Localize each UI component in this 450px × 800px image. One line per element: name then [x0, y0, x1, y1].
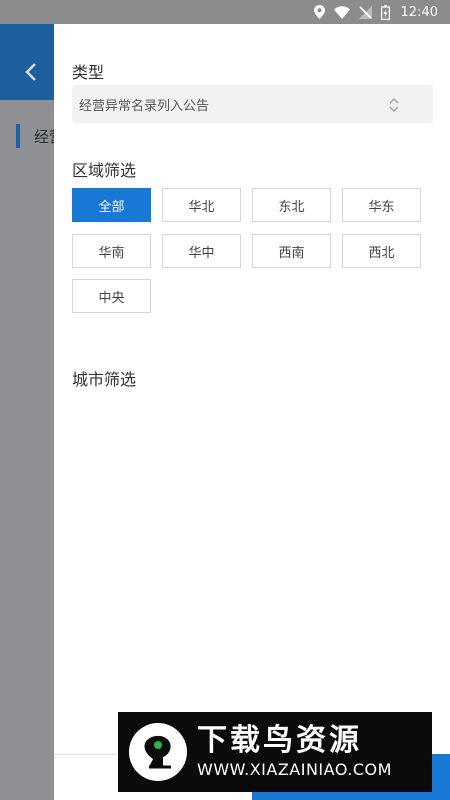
type-section-title: 类型: [72, 63, 105, 82]
type-select[interactable]: 经营异常名录列入公告: [72, 85, 433, 123]
watermark-url: WWW.XIAZAINIAO.COM: [197, 760, 392, 779]
up-down-arrows-icon: [388, 96, 400, 114]
background-section-label: 经营: [34, 128, 54, 146]
wifi-icon: [333, 5, 350, 19]
bird-logo-icon: [127, 721, 189, 783]
no-signal-icon: [358, 5, 372, 19]
region-chip-central[interactable]: 中央: [72, 279, 151, 313]
status-time: 12:40: [400, 4, 438, 20]
region-chip-northwest[interactable]: 西北: [342, 234, 421, 268]
city-section-title: 城市筛选: [72, 370, 137, 389]
location-icon: [313, 5, 325, 19]
region-chip-central-china[interactable]: 华中: [162, 234, 241, 268]
region-chip-all[interactable]: 全部: [72, 188, 151, 222]
region-chip-northeast[interactable]: 东北: [252, 188, 331, 222]
region-chip-southwest[interactable]: 西南: [252, 234, 331, 268]
battery-icon: [380, 4, 390, 20]
background-section-accent: [16, 124, 20, 148]
region-chip-north-china[interactable]: 华北: [162, 188, 241, 222]
watermark: 下载鸟资源 WWW.XIAZAINIAO.COM: [118, 712, 432, 792]
back-icon[interactable]: [24, 62, 38, 82]
filter-drawer: 类型 经营异常名录列入公告 区域筛选 全部 华北 东北 华东 华南 华中 西南 …: [54, 24, 450, 800]
region-section-title: 区域筛选: [72, 161, 137, 180]
type-select-value: 经营异常名录列入公告: [79, 98, 210, 114]
status-bar: 12:40: [0, 0, 450, 24]
background-body: [0, 100, 54, 800]
watermark-title: 下载鸟资源: [197, 723, 362, 758]
region-chip-south-china[interactable]: 华南: [72, 234, 151, 268]
region-chip-east-china[interactable]: 华东: [342, 188, 421, 222]
